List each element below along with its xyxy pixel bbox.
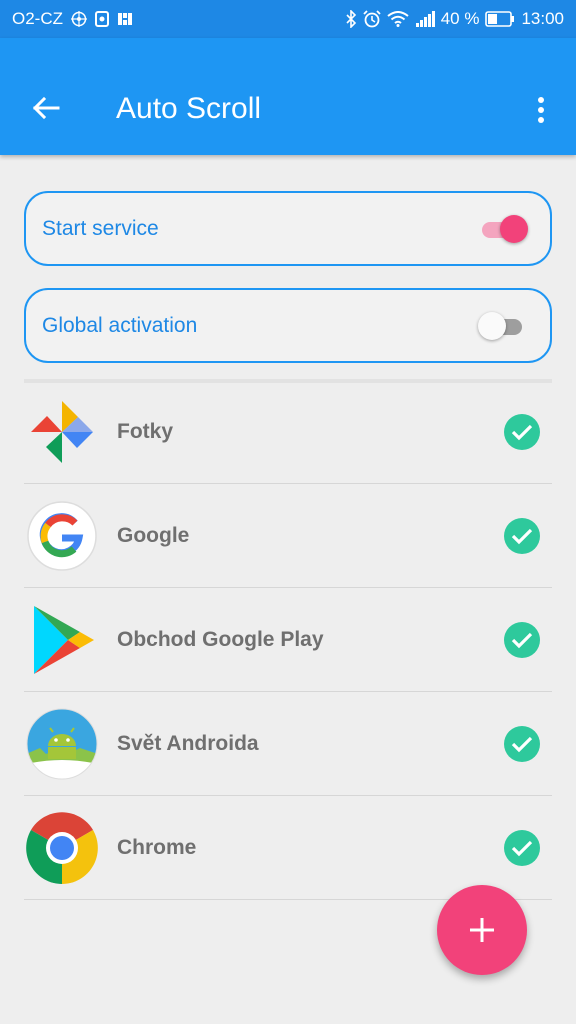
app-name: Google bbox=[117, 523, 190, 547]
app-name: Chrome bbox=[117, 835, 197, 859]
signal-icon bbox=[415, 11, 435, 27]
app-name: Obchod Google Play bbox=[117, 627, 324, 651]
start-service-toggle[interactable] bbox=[478, 214, 528, 244]
back-button[interactable] bbox=[26, 88, 66, 128]
clock: 13:00 bbox=[521, 9, 564, 28]
more-vert-icon bbox=[538, 97, 544, 123]
chrome-icon bbox=[26, 811, 98, 884]
check-icon[interactable] bbox=[504, 725, 540, 762]
app-name: Svět Androida bbox=[117, 731, 259, 755]
alarm-icon bbox=[363, 10, 381, 28]
app-name: Fotky bbox=[117, 419, 174, 443]
list-item-fotky[interactable]: Fotky bbox=[24, 380, 552, 484]
photos-icon bbox=[26, 396, 98, 468]
carrier-label: O2-CZ bbox=[12, 9, 63, 28]
global-activation-card[interactable]: Global activation bbox=[24, 288, 552, 363]
plus-icon bbox=[470, 918, 494, 942]
list-item-svet-androida[interactable]: Svět Androida bbox=[24, 692, 552, 796]
start-service-card[interactable]: Start service bbox=[24, 191, 552, 266]
nfc-icon bbox=[95, 11, 109, 27]
list-item-chrome[interactable]: Chrome bbox=[24, 796, 552, 900]
check-icon[interactable] bbox=[504, 829, 540, 866]
battery-icon bbox=[485, 11, 515, 27]
overflow-menu-button[interactable] bbox=[526, 90, 556, 130]
sim-icon bbox=[71, 11, 87, 27]
list-item-google[interactable]: Google bbox=[24, 484, 552, 588]
app-bar: Auto Scroll bbox=[0, 38, 576, 155]
svet-androida-icon bbox=[26, 708, 98, 780]
global-activation-toggle[interactable] bbox=[478, 311, 528, 341]
list-item-play-store[interactable]: Obchod Google Play bbox=[24, 588, 552, 692]
battery-percent: 40 % bbox=[440, 9, 480, 28]
start-service-label: Start service bbox=[42, 216, 159, 240]
cast-icon bbox=[117, 11, 133, 27]
wifi-icon bbox=[387, 11, 409, 27]
app-list: Fotky Google Obchod Google Play Svět And… bbox=[24, 380, 552, 900]
play-store-icon bbox=[26, 604, 98, 676]
check-icon[interactable] bbox=[504, 621, 540, 658]
back-arrow-icon bbox=[32, 96, 60, 120]
google-icon bbox=[26, 500, 98, 572]
status-bar: O2-CZ 40 % 13:00 bbox=[0, 0, 576, 38]
check-icon[interactable] bbox=[504, 413, 540, 450]
page-title: Auto Scroll bbox=[116, 92, 262, 125]
global-activation-label: Global activation bbox=[42, 313, 198, 337]
check-icon[interactable] bbox=[504, 517, 540, 554]
add-app-button[interactable] bbox=[437, 885, 527, 975]
bluetooth-icon bbox=[345, 10, 357, 28]
